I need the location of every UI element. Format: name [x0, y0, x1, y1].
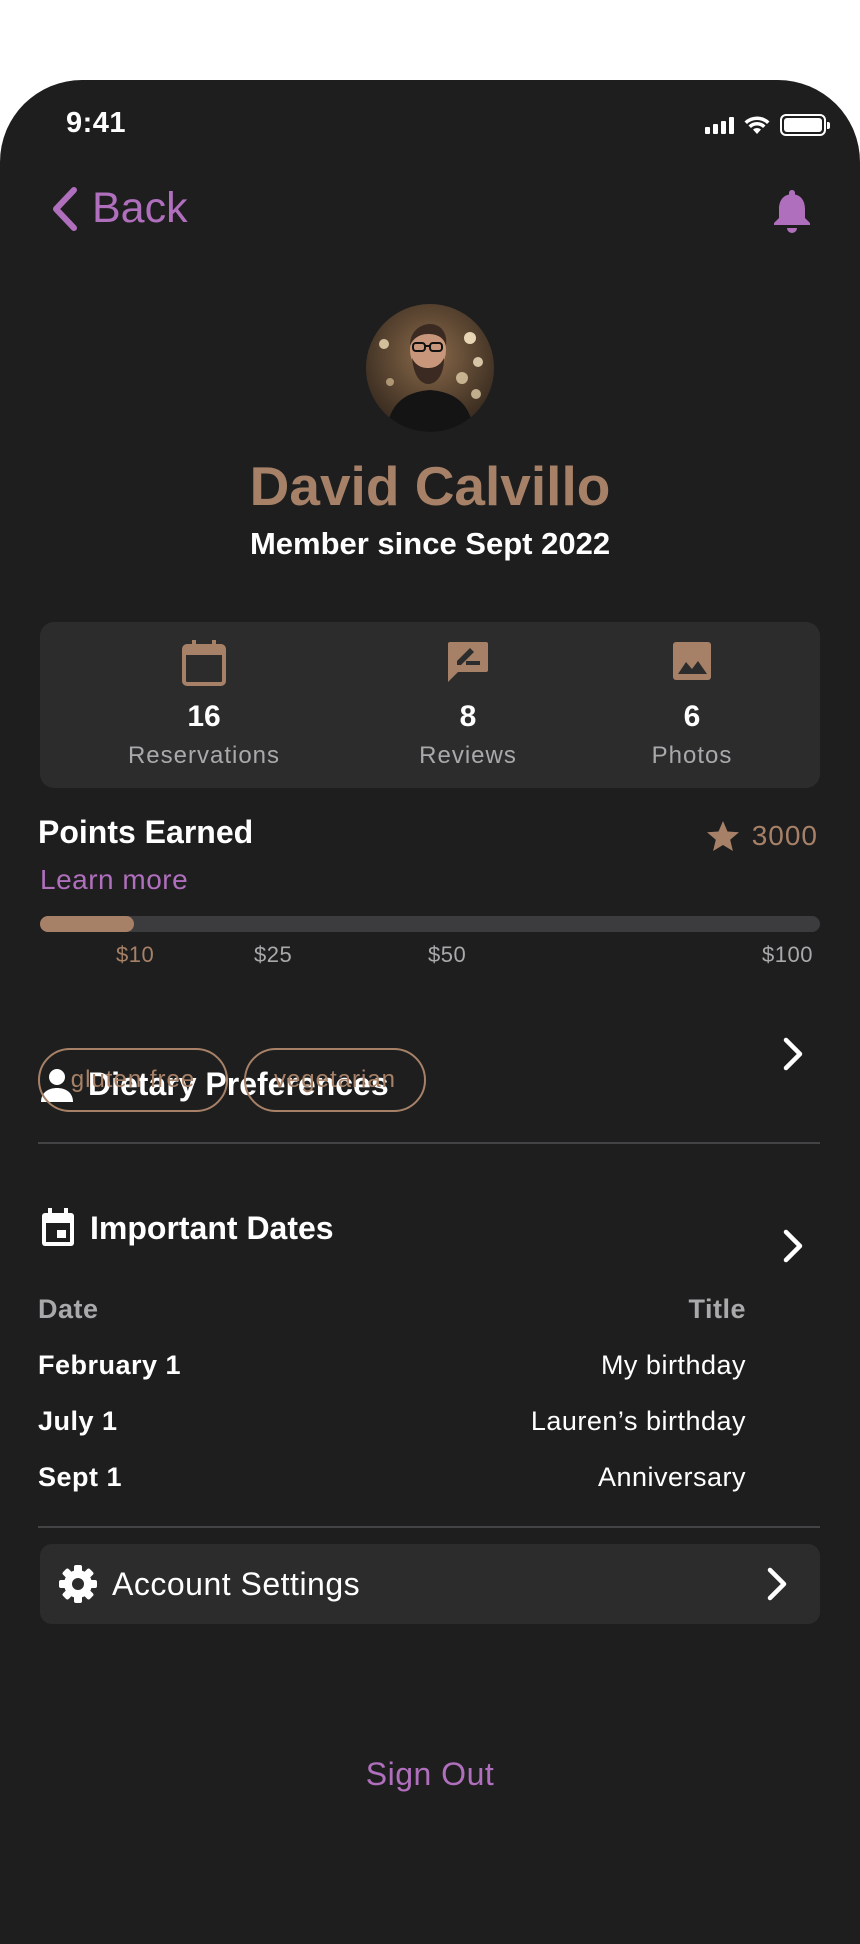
date-cell: February 1 — [38, 1350, 182, 1380]
title-cell: Anniversary — [597, 1462, 746, 1492]
date-cell: Sept 1 — [38, 1462, 123, 1492]
chevron-right-icon — [767, 1567, 787, 1601]
column-header-date: Date — [38, 1294, 99, 1324]
tier-tick: $10 — [116, 942, 155, 967]
photo-icon — [673, 642, 711, 680]
points-value: 3000 — [706, 820, 818, 852]
column-header-title: Title — [688, 1294, 746, 1324]
table-row: July 1 Lauren’s birthday — [38, 1406, 746, 1437]
wifi-icon — [744, 116, 770, 134]
notifications-button[interactable] — [772, 188, 812, 239]
dates-header[interactable]: Important Dates — [40, 1208, 334, 1248]
points-progress-bar — [40, 916, 820, 932]
table-row: February 1 My birthday — [38, 1350, 746, 1381]
account-settings-button[interactable]: Account Settings — [40, 1544, 820, 1624]
review-icon — [448, 642, 488, 682]
tier-tick: $50 — [428, 942, 467, 967]
chevron-left-icon — [53, 186, 77, 231]
stats-card: 16 Reservations 8 Reviews 6 Photos — [40, 622, 820, 788]
divider — [38, 1142, 820, 1144]
avatar — [366, 304, 494, 432]
dietary-chevron-right-icon[interactable] — [782, 1036, 804, 1072]
calendar-icon — [182, 640, 226, 686]
stat-value: 16 — [187, 700, 221, 733]
calendar-event-icon — [42, 1208, 74, 1246]
status-icons — [705, 114, 830, 136]
stat-reservations[interactable]: 16 Reservations — [104, 622, 304, 788]
stat-label: Reviews — [419, 742, 517, 769]
sign-out-button[interactable]: Sign Out — [0, 1756, 860, 1793]
status-time: 9:41 — [66, 107, 127, 139]
bell-icon — [774, 190, 810, 233]
gear-icon — [59, 1565, 97, 1603]
dates-title: Important Dates — [90, 1209, 334, 1246]
tier-tick: $100 — [762, 942, 813, 967]
date-cell: July 1 — [38, 1406, 118, 1436]
star-icon — [706, 821, 739, 851]
points-title: Points Earned — [38, 814, 254, 850]
stat-photos[interactable]: 6 Photos — [592, 622, 792, 788]
divider — [38, 1526, 820, 1528]
phone-screen: 9:41 Back David Calvillo Member since Se… — [0, 80, 860, 1944]
profile-name: David Calvillo — [249, 455, 611, 517]
stat-value: 8 — [459, 700, 477, 733]
signal-icon — [705, 116, 734, 134]
tier-tick: $25 — [254, 942, 293, 967]
dates-table-header: Date Title — [38, 1294, 746, 1325]
dietary-chip[interactable]: gluten free — [38, 1048, 228, 1112]
stat-value: 6 — [683, 700, 701, 733]
points-progress-fill — [40, 916, 134, 932]
dates-chevron-right-icon[interactable] — [782, 1228, 804, 1264]
member-since: Member since Sept 2022 — [249, 526, 611, 561]
title-cell: My birthday — [600, 1350, 746, 1380]
battery-icon — [780, 114, 830, 136]
stat-label: Photos — [651, 742, 733, 769]
back-button[interactable]: Back — [50, 184, 188, 233]
points-amount: 3000 — [751, 820, 818, 851]
learn-more-link[interactable]: Learn more — [40, 864, 188, 896]
table-row: Sept 1 Anniversary — [38, 1462, 746, 1493]
avatar-photo — [366, 304, 494, 432]
back-label: Back — [92, 184, 188, 232]
stat-reviews[interactable]: 8 Reviews — [368, 622, 568, 788]
title-cell: Lauren’s birthday — [530, 1406, 746, 1436]
stat-label: Reservations — [127, 742, 281, 769]
account-settings-label: Account Settings — [112, 1565, 361, 1602]
dietary-chip[interactable]: vegetarian — [244, 1048, 426, 1112]
